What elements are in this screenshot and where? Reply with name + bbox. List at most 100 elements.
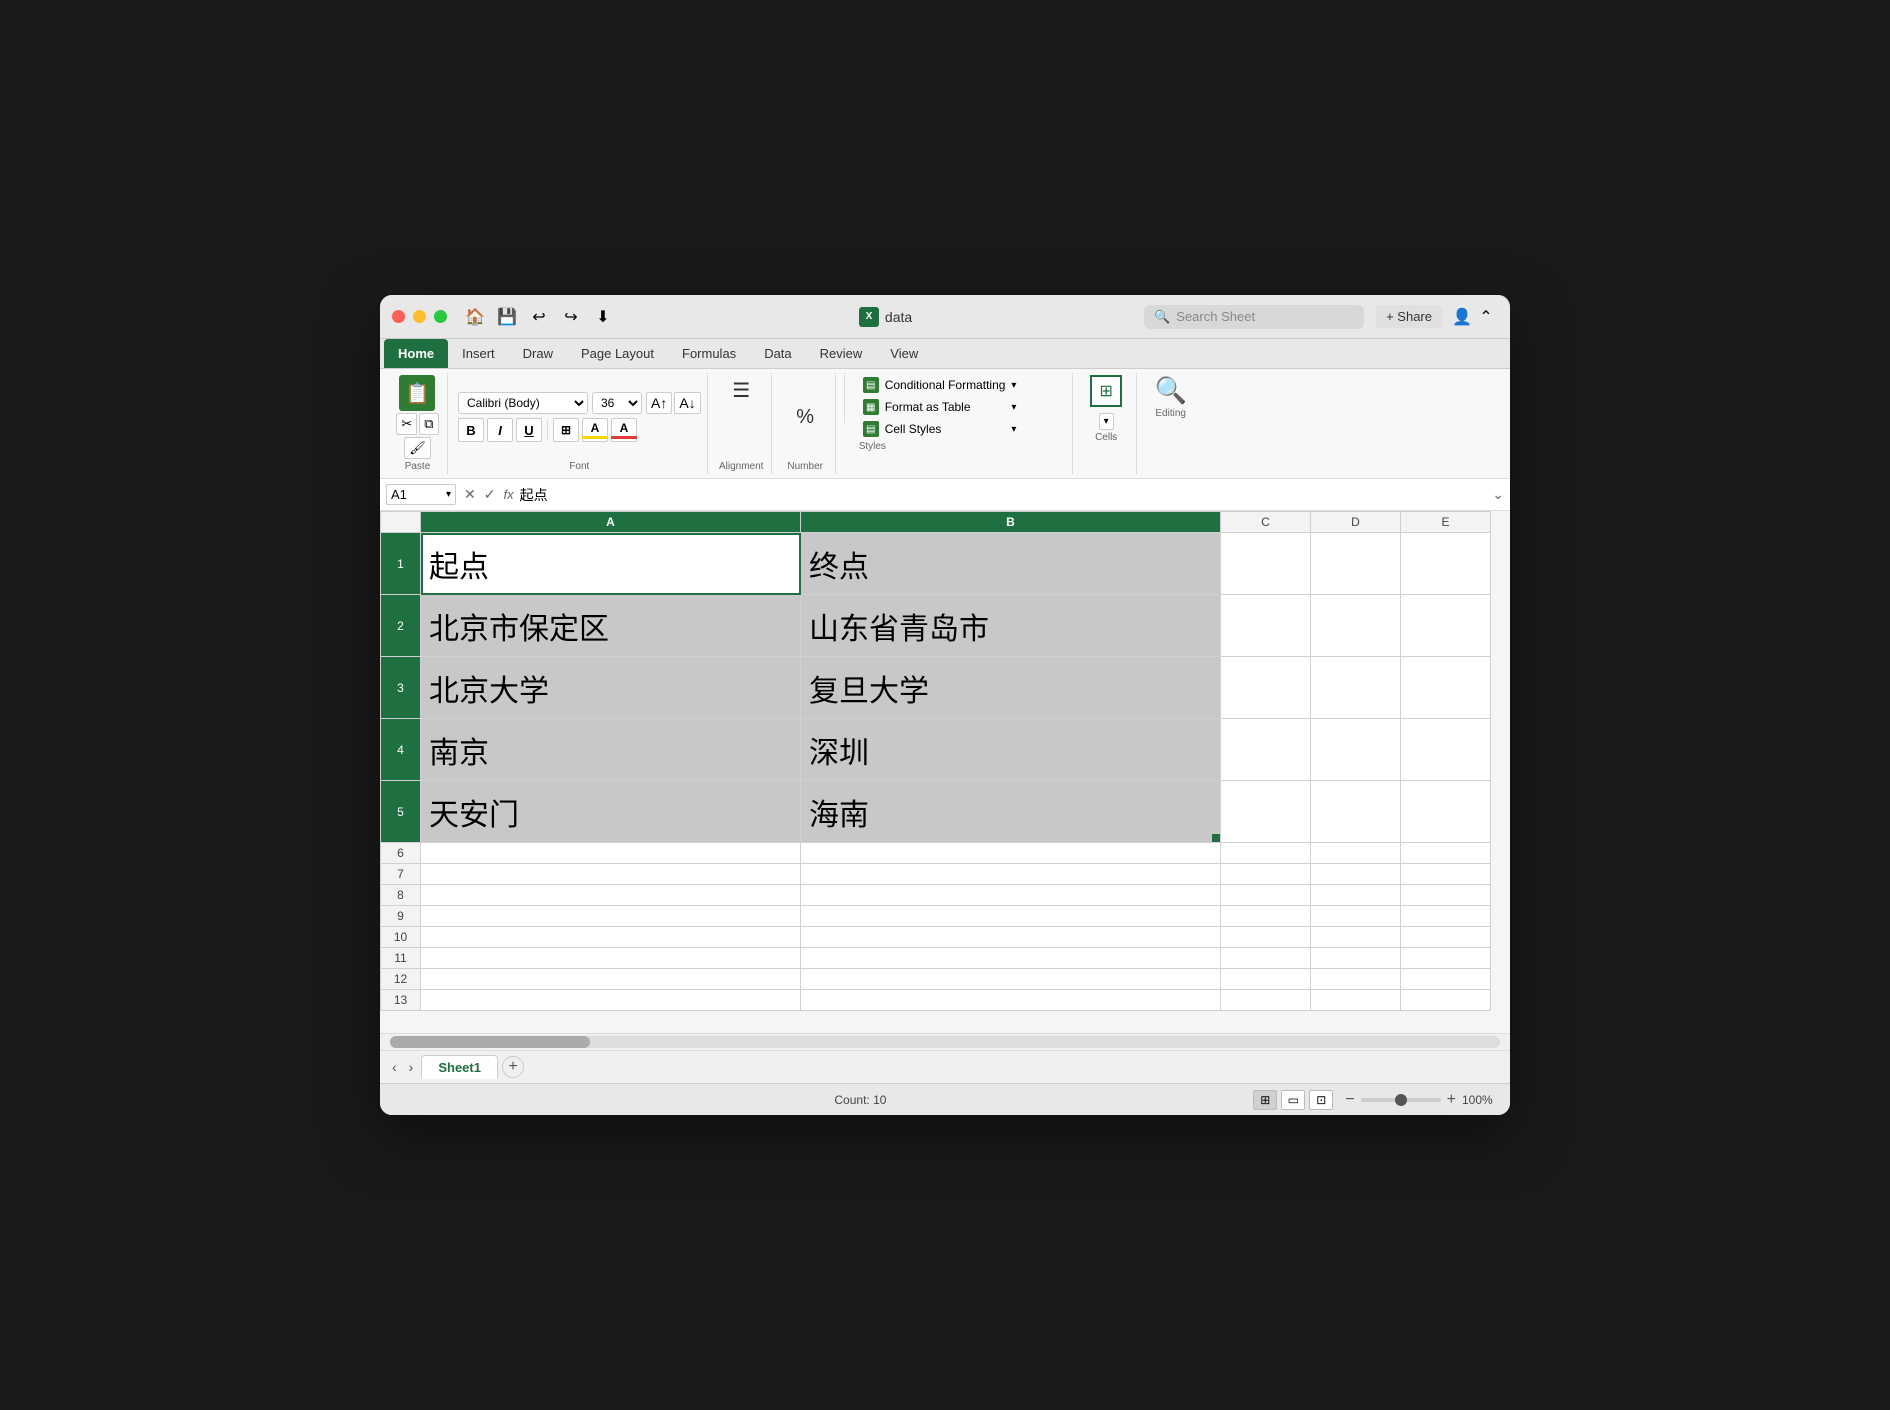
cell-b3[interactable]: 复旦大学 [801, 657, 1221, 719]
zoom-in-btn[interactable]: + [1447, 1091, 1456, 1109]
borders-button[interactable]: ⊞ [553, 418, 579, 442]
cell-e13[interactable] [1401, 990, 1491, 1011]
redo-icon[interactable]: ↪ [559, 305, 583, 329]
sheet-table-wrap[interactable]: A B C D E 1 起点 终点 [380, 511, 1510, 1033]
cell-a12[interactable] [421, 969, 801, 990]
cell-d3[interactable] [1311, 657, 1401, 719]
page-view-btn[interactable]: ▭ [1281, 1090, 1305, 1110]
maximize-button[interactable] [434, 310, 447, 323]
cell-d12[interactable] [1311, 969, 1401, 990]
cell-c7[interactable] [1221, 864, 1311, 885]
profile-icon[interactable]: 👤 [1450, 305, 1474, 329]
cell-e10[interactable] [1401, 927, 1491, 948]
cell-b2[interactable]: 山东省青岛市 [801, 595, 1221, 657]
format-painter-button[interactable]: 🖌 [404, 437, 431, 459]
zoom-out-btn[interactable]: − [1345, 1091, 1354, 1109]
cell-a3[interactable]: 北京大学 [421, 657, 801, 719]
col-header-c[interactable]: C [1221, 512, 1311, 533]
cell-e11[interactable] [1401, 948, 1491, 969]
cell-c1[interactable] [1221, 533, 1311, 595]
cell-c11[interactable] [1221, 948, 1311, 969]
cell-ref-box[interactable]: A1 ▾ [386, 484, 456, 505]
cell-b8[interactable] [801, 885, 1221, 906]
cell-a13[interactable] [421, 990, 801, 1011]
cell-d9[interactable] [1311, 906, 1401, 927]
cell-a8[interactable] [421, 885, 801, 906]
cell-b9[interactable] [801, 906, 1221, 927]
number-button[interactable]: % [787, 403, 823, 432]
cell-c8[interactable] [1221, 885, 1311, 906]
cell-c9[interactable] [1221, 906, 1311, 927]
cell-a11[interactable] [421, 948, 801, 969]
cell-e2[interactable] [1401, 595, 1491, 657]
copy-button[interactable]: ⧉ [419, 413, 438, 435]
cell-c3[interactable] [1221, 657, 1311, 719]
sheet-tab-1[interactable]: Sheet1 [421, 1055, 498, 1079]
tab-view[interactable]: View [876, 339, 932, 368]
col-header-b[interactable]: B [801, 512, 1221, 533]
cell-a4[interactable]: 南京 [421, 719, 801, 781]
cell-c13[interactable] [1221, 990, 1311, 1011]
cell-d10[interactable] [1311, 927, 1401, 948]
cell-a10[interactable] [421, 927, 801, 948]
cell-c2[interactable] [1221, 595, 1311, 657]
save-icon[interactable]: 💾 [495, 305, 519, 329]
col-header-a[interactable]: A [421, 512, 801, 533]
formula-input[interactable] [520, 487, 1487, 503]
more-icon[interactable]: ⬇ [591, 305, 615, 329]
cell-e1[interactable] [1401, 533, 1491, 595]
formula-expand-btn[interactable]: ⌄ [1492, 486, 1504, 503]
grid-view-btn[interactable]: ⊞ [1253, 1090, 1277, 1110]
alignment-button[interactable]: ☰ [723, 375, 759, 406]
undo-icon[interactable]: ↩ [527, 305, 551, 329]
tab-data[interactable]: Data [750, 339, 805, 368]
cell-a7[interactable] [421, 864, 801, 885]
tab-home[interactable]: Home [384, 339, 448, 368]
cell-c6[interactable] [1221, 843, 1311, 864]
cell-d7[interactable] [1311, 864, 1401, 885]
tab-review[interactable]: Review [806, 339, 877, 368]
cell-c4[interactable] [1221, 719, 1311, 781]
cell-e8[interactable] [1401, 885, 1491, 906]
font-size-select[interactable]: 36 [592, 392, 642, 414]
collapse-icon[interactable]: ⌃ [1474, 305, 1498, 329]
share-button[interactable]: + Share [1376, 305, 1442, 328]
cell-b6[interactable] [801, 843, 1221, 864]
cell-b12[interactable] [801, 969, 1221, 990]
format-as-table-item[interactable]: ▦ Format as Table ▾ [859, 397, 1021, 417]
increase-font-btn[interactable]: A↑ [646, 392, 672, 414]
home-icon[interactable]: 🏠 [463, 305, 487, 329]
cell-c12[interactable] [1221, 969, 1311, 990]
cell-e4[interactable] [1401, 719, 1491, 781]
font-family-select[interactable]: Calibri (Body) [458, 392, 588, 414]
formula-confirm-btn[interactable]: ✓ [482, 486, 498, 503]
cell-a2[interactable]: 北京市保定区 [421, 595, 801, 657]
cell-e5[interactable] [1401, 781, 1491, 843]
search-bar[interactable]: 🔍 Search Sheet [1144, 305, 1364, 329]
font-color-button[interactable]: A [611, 418, 637, 442]
cell-b11[interactable] [801, 948, 1221, 969]
cell-b10[interactable] [801, 927, 1221, 948]
col-header-e[interactable]: E [1401, 512, 1491, 533]
cell-b5[interactable]: 海南 [801, 781, 1221, 843]
underline-button[interactable]: U [516, 418, 542, 442]
cell-c5[interactable] [1221, 781, 1311, 843]
cut-button[interactable]: ✂ [396, 413, 417, 435]
cell-b4[interactable]: 深圳 [801, 719, 1221, 781]
cell-b1[interactable]: 终点 [801, 533, 1221, 595]
cell-d6[interactable] [1311, 843, 1401, 864]
add-sheet-button[interactable]: + [502, 1056, 524, 1078]
cell-d5[interactable] [1311, 781, 1401, 843]
cell-c10[interactable] [1221, 927, 1311, 948]
cell-a9[interactable] [421, 906, 801, 927]
cell-d2[interactable] [1311, 595, 1401, 657]
cell-d1[interactable] [1311, 533, 1401, 595]
cell-e12[interactable] [1401, 969, 1491, 990]
cell-e3[interactable] [1401, 657, 1491, 719]
cell-d11[interactable] [1311, 948, 1401, 969]
bold-button[interactable]: B [458, 418, 484, 442]
decrease-font-btn[interactable]: A↓ [674, 392, 700, 414]
italic-button[interactable]: I [487, 418, 513, 442]
scrollbar-thumb[interactable] [390, 1036, 590, 1048]
close-button[interactable] [392, 310, 405, 323]
